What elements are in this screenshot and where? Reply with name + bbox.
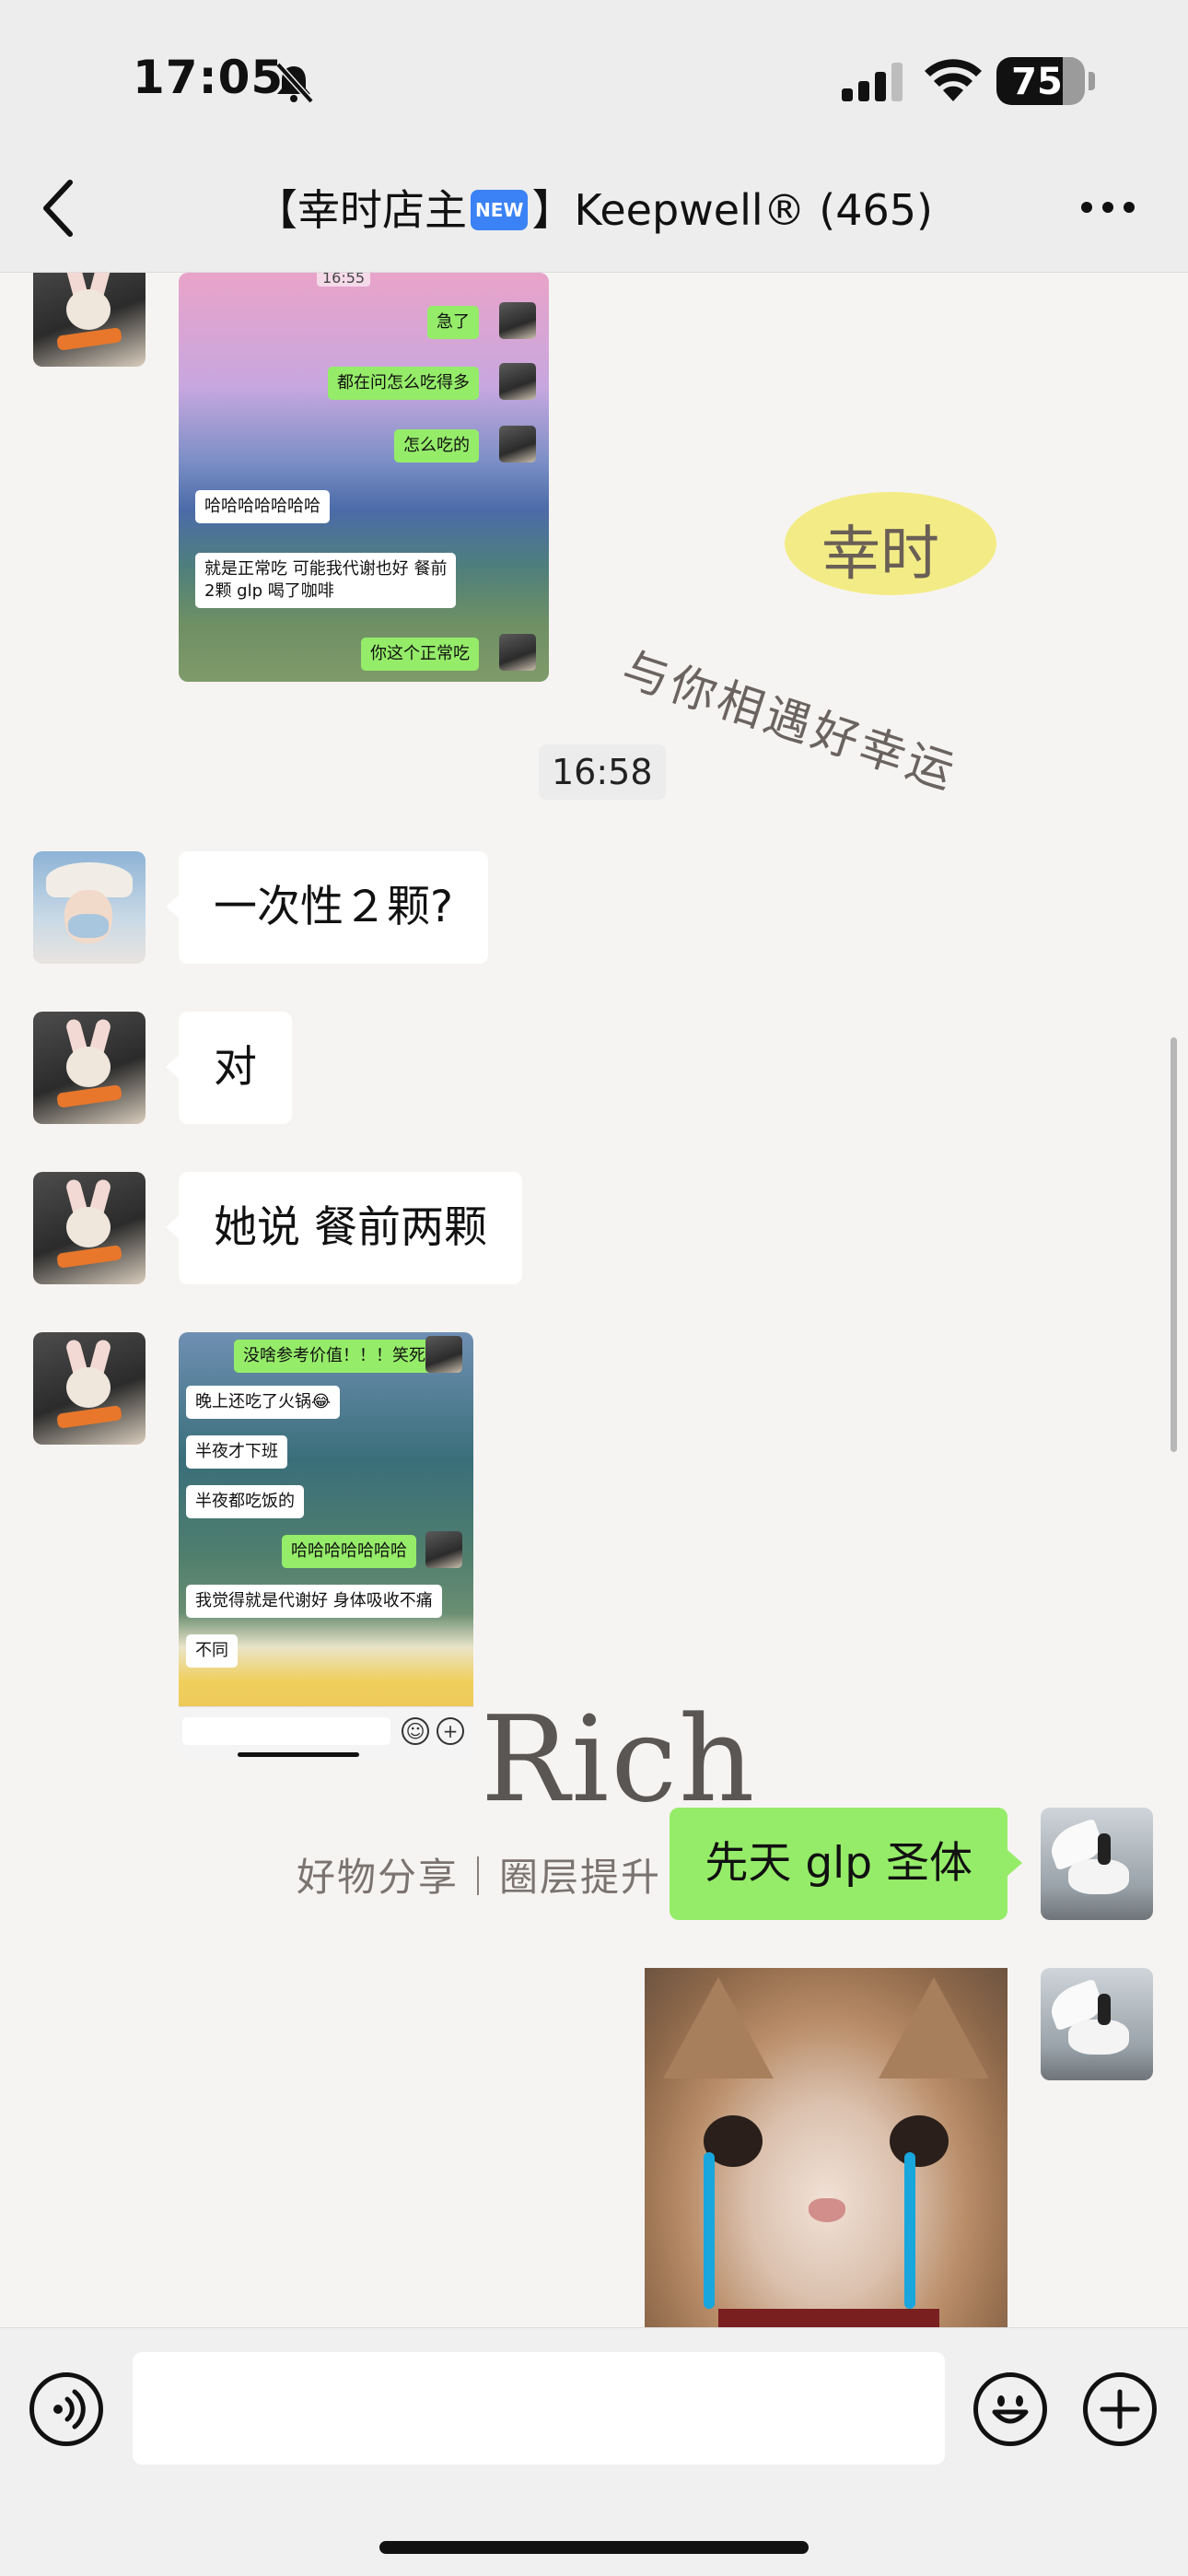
mini-avatar (425, 1336, 462, 1373)
avatar-self[interactable] (1041, 1808, 1153, 1920)
avatar-self[interactable] (1041, 1968, 1153, 2080)
mini-emoji-icon: ☺ (402, 1717, 429, 1745)
watermark-brand: 幸时 (821, 521, 939, 589)
mini-bubble: 就是正常吃 可能我代谢也好 餐前 2颗 glp 喝了咖啡 (195, 553, 457, 608)
mini-bubble: 哈哈哈哈哈哈哈 (195, 490, 330, 523)
plus-icon[interactable] (1083, 2372, 1157, 2446)
mini-time: 16:55 (317, 273, 371, 287)
mini-bubble: 半夜都吃饭的 (186, 1485, 304, 1518)
status-time: 17:05 (133, 51, 285, 104)
input-bar (0, 2327, 1188, 2576)
image-message-screenshot[interactable]: 16:55 急了 都在问怎么吃得多 怎么吃的 哈哈哈哈哈哈哈 就是正常吃 可能我… (179, 273, 549, 682)
avatar[interactable] (33, 1332, 146, 1445)
mini-bubble: 没啥参考价值！！！笑死 (234, 1340, 435, 1373)
mini-bubble: 半夜才下班 (186, 1435, 287, 1469)
chevron-left-icon[interactable] (37, 175, 83, 241)
mini-input (182, 1717, 390, 1745)
avatar[interactable] (33, 1172, 146, 1284)
sticker-crying-cat[interactable] (645, 1968, 1007, 2327)
watermark-tagline: 好物分享｜圈层提升 (297, 1855, 662, 1900)
voice-icon[interactable] (29, 2372, 103, 2446)
bell-muted-icon (275, 63, 314, 103)
time-separator: 16:58 (539, 744, 666, 800)
image-message-screenshot[interactable]: 没啥参考价值！！！笑死 晚上还吃了火锅😂 半夜才下班 半夜都吃饭的 哈哈哈哈哈哈… (179, 1332, 473, 1758)
emoji-icon[interactable] (973, 2372, 1047, 2446)
mini-avatar (499, 426, 536, 463)
mini-bubble: 都在问怎么吃得多 (328, 367, 479, 400)
mini-bubble: 我觉得就是代谢好 身体吸收不痛 (186, 1585, 442, 1618)
wifi-icon (925, 59, 982, 101)
message-bubble-outgoing[interactable]: 先天 glp 圣体 (670, 1808, 1022, 1920)
mini-avatar (425, 1531, 462, 1568)
message-bubble[interactable]: 她说 餐前两颗 (166, 1172, 522, 1284)
title-suffix: 】Keepwell® (465) (531, 185, 933, 235)
battery-icon: 75 (996, 57, 1085, 105)
battery-cap (1089, 72, 1095, 90)
mini-bubble: 晚上还吃了火锅😂 (186, 1386, 341, 1419)
mini-avatar (499, 363, 536, 400)
title-prefix: 【幸时店主 (255, 185, 468, 235)
chat-title: 【幸时店主 NEW 】Keepwell® (465) (138, 177, 1050, 238)
mini-avatar (499, 302, 536, 339)
mini-bubble: 你这个正常吃 (361, 638, 479, 671)
mini-line: 2颗 glp 喝了咖啡 (204, 581, 334, 601)
new-badge: NEW (471, 189, 529, 230)
message-bubble[interactable]: 一次性２颗? (166, 851, 488, 964)
mini-bubble: 急了 (427, 306, 479, 339)
mini-plus-icon: + (437, 1717, 464, 1745)
battery-percent: 75 (1011, 61, 1063, 103)
mini-avatar (499, 634, 536, 671)
avatar[interactable] (33, 1012, 146, 1124)
avatar[interactable] (33, 851, 146, 964)
more-dots-icon[interactable] (1079, 193, 1136, 221)
home-indicator[interactable] (379, 2541, 809, 2554)
mini-line: 就是正常吃 可能我代谢也好 餐前 (204, 559, 448, 579)
chat-area[interactable]: 幸时 与你相遇好幸运 16:55 急了 都在问怎么吃得多 怎么吃的 哈哈哈哈哈哈… (0, 273, 1188, 2327)
watermark-slogan: 与你相遇好幸运 (615, 641, 964, 801)
mini-home-indicator (238, 1752, 359, 1757)
signal-icon (842, 63, 903, 101)
top-bar: 17:05 75 【幸时店主 NEW 】Keepwell® (465) (0, 0, 1188, 273)
mini-bubble: 不同 (186, 1634, 238, 1668)
mini-bubble: 哈哈哈哈哈哈哈 (282, 1535, 416, 1568)
avatar[interactable] (33, 273, 146, 367)
message-bubble[interactable]: 对 (166, 1012, 292, 1124)
scrollbar[interactable] (1171, 1037, 1177, 1452)
mini-bubble: 怎么吃的 (394, 429, 479, 463)
message-input[interactable] (133, 2352, 945, 2465)
